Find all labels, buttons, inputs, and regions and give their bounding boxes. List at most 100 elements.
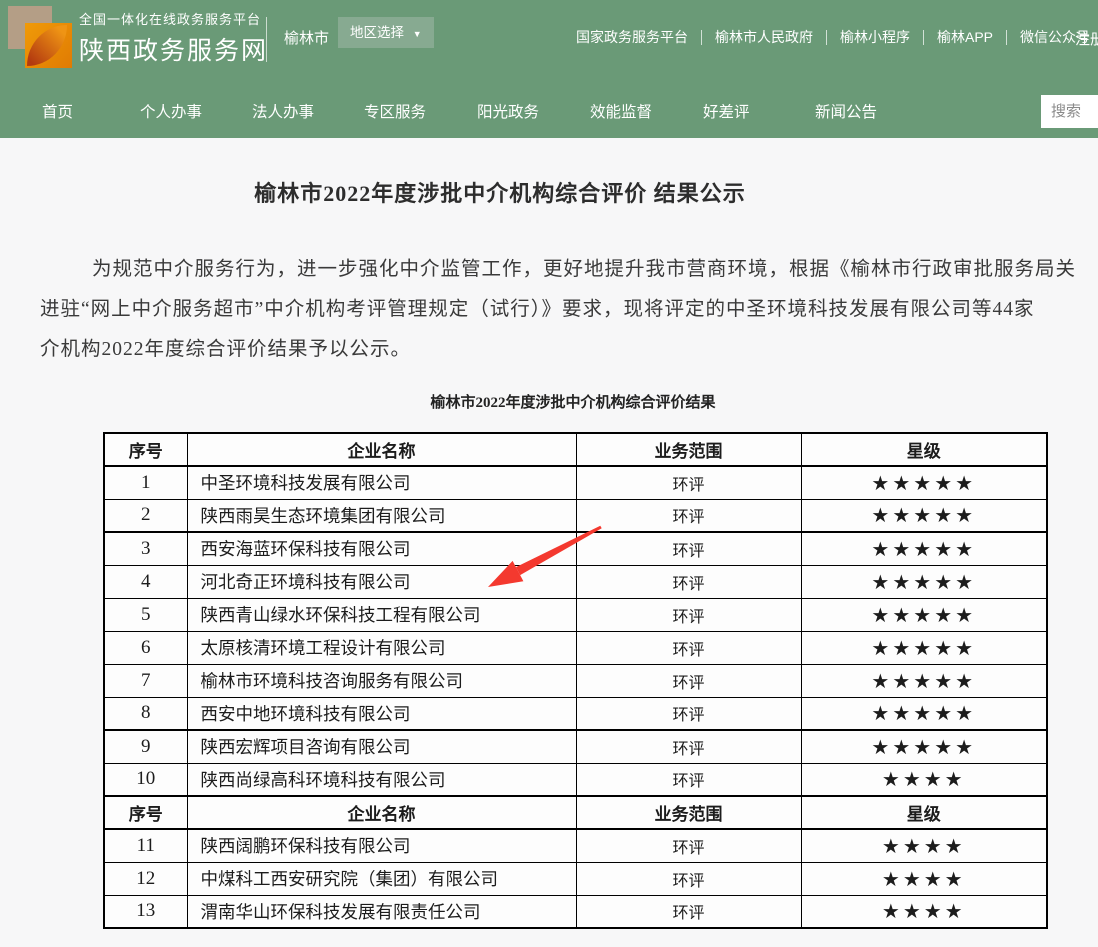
cell-no: 2 [104, 499, 187, 532]
cell-stars: ★★★★ [801, 862, 1047, 895]
cell-no: 7 [104, 664, 187, 697]
announcement-paragraph: 为规范中介服务行为，进一步强化中介监管工作，更好地提升我市营商环境，根据《榆林市… [40, 250, 1098, 370]
nav-item-home[interactable]: 首页 [42, 100, 73, 122]
results-table: 序号企业名称业务范围星级1中圣环境科技发展有限公司环评★★★★★2陕西雨昊生态环… [103, 432, 1048, 929]
search-input[interactable] [1041, 95, 1098, 128]
column-header: 序号 [104, 433, 187, 466]
table-row: 4河北奇正环境科技有限公司环评★★★★★ [104, 565, 1047, 598]
nav-item-news[interactable]: 新闻公告 [815, 100, 877, 122]
column-header: 星级 [801, 796, 1047, 829]
table-row: 9陕西宏辉项目咨询有限公司环评★★★★★ [104, 730, 1047, 763]
top-links: 国家政务服务平台 榆林市人民政府 榆林小程序 榆林APP 微信公众号 [576, 27, 1090, 47]
top-link-national-platform[interactable]: 国家政务服务平台 [576, 27, 688, 47]
nav-item-rating[interactable]: 好差评 [703, 100, 750, 122]
cell-scope: 环评 [576, 895, 801, 928]
cell-name: 渭南华山环保科技发展有限责任公司 [187, 895, 576, 928]
cell-stars: ★★★★ [801, 829, 1047, 862]
column-header: 星级 [801, 433, 1047, 466]
cell-scope: 环评 [576, 664, 801, 697]
table-row: 7榆林市环境科技咨询服务有限公司环评★★★★★ [104, 664, 1047, 697]
cell-scope: 环评 [576, 631, 801, 664]
cell-name: 陕西宏辉项目咨询有限公司 [187, 730, 576, 763]
table-row: 12中煤科工西安研究院（集团）有限公司环评★★★★ [104, 862, 1047, 895]
cell-name: 陕西尚绿高科环境科技有限公司 [187, 763, 576, 796]
table-row: 1中圣环境科技发展有限公司环评★★★★★ [104, 466, 1047, 499]
cell-no: 10 [104, 763, 187, 796]
column-header: 业务范围 [576, 433, 801, 466]
cell-scope: 环评 [576, 829, 801, 862]
cell-scope: 环评 [576, 466, 801, 499]
cell-name: 西安中地环境科技有限公司 [187, 697, 576, 730]
nav-item-sunshine[interactable]: 阳光政务 [477, 100, 539, 122]
cell-name: 陕西青山绿水环保科技工程有限公司 [187, 598, 576, 631]
region-selector-label: 地区选择 [350, 25, 404, 40]
table-row: 5陕西青山绿水环保科技工程有限公司环评★★★★★ [104, 598, 1047, 631]
results-table-body: 序号企业名称业务范围星级1中圣环境科技发展有限公司环评★★★★★2陕西雨昊生态环… [104, 433, 1047, 928]
nav-item-supervision[interactable]: 效能监督 [590, 100, 652, 122]
cell-stars: ★★★★★ [801, 598, 1047, 631]
register-link[interactable]: 注册 [1075, 28, 1098, 49]
table-row: 13渭南华山环保科技发展有限责任公司环评★★★★ [104, 895, 1047, 928]
column-header: 序号 [104, 796, 187, 829]
cell-no: 11 [104, 829, 187, 862]
cell-no: 9 [104, 730, 187, 763]
site-logo[interactable] [8, 6, 72, 68]
cell-stars: ★★★★★ [801, 664, 1047, 697]
platform-subtitle: 全国一体化在线政务服务平台 [79, 9, 268, 28]
cell-name: 河北奇正环境科技有限公司 [187, 565, 576, 598]
brand-block: 全国一体化在线政务服务平台 陕西政务服务网 [79, 9, 268, 67]
cell-stars: ★★★★★ [801, 565, 1047, 598]
cell-no: 12 [104, 862, 187, 895]
paragraph-line: 为规范中介服务行为，进一步强化中介监管工作，更好地提升我市营商环境，根据《榆林市… [40, 250, 1098, 290]
page-title: 榆林市2022年度涉批中介机构综合评价 结果公示 [0, 176, 1000, 208]
top-link-mini-program[interactable]: 榆林小程序 [840, 27, 910, 47]
cell-no: 5 [104, 598, 187, 631]
current-city-label: 榆林市 [284, 27, 329, 48]
link-separator [1006, 30, 1007, 45]
cell-name: 西安海蓝环保科技有限公司 [187, 532, 576, 565]
nav-item-legal[interactable]: 法人办事 [252, 100, 314, 122]
cell-scope: 环评 [576, 598, 801, 631]
cell-stars: ★★★★★ [801, 631, 1047, 664]
region-selector-button[interactable]: 地区选择 ▼ [338, 17, 434, 48]
column-header: 企业名称 [187, 433, 576, 466]
cell-scope: 环评 [576, 565, 801, 598]
cell-stars: ★★★★ [801, 763, 1047, 796]
link-separator [701, 30, 702, 45]
cell-name: 中煤科工西安研究院（集团）有限公司 [187, 862, 576, 895]
cell-scope: 环评 [576, 499, 801, 532]
nav-item-personal[interactable]: 个人办事 [140, 100, 202, 122]
cell-name: 太原核清环境工程设计有限公司 [187, 631, 576, 664]
cell-no: 13 [104, 895, 187, 928]
cell-no: 8 [104, 697, 187, 730]
site-header: 全国一体化在线政务服务平台 陕西政务服务网 榆林市 地区选择 ▼ 国家政务服务平… [0, 0, 1098, 138]
site-name: 陕西政务服务网 [79, 31, 268, 67]
cell-stars: ★★★★★ [801, 466, 1047, 499]
link-separator [923, 30, 924, 45]
table-row: 6太原核清环境工程设计有限公司环评★★★★★ [104, 631, 1047, 664]
cell-name: 中圣环境科技发展有限公司 [187, 466, 576, 499]
cell-scope: 环评 [576, 697, 801, 730]
paragraph-line: 进驻“网上中介服务超市”中介机构考评管理规定（试行）》要求，现将评定的中圣环境科… [40, 290, 1098, 330]
table-header-row: 序号企业名称业务范围星级 [104, 433, 1047, 466]
cell-stars: ★★★★★ [801, 730, 1047, 763]
cell-stars: ★★★★★ [801, 499, 1047, 532]
paragraph-line: 介机构2022年度综合评价结果予以公示。 [40, 330, 1098, 370]
cell-scope: 环评 [576, 532, 801, 565]
column-header: 业务范围 [576, 796, 801, 829]
top-link-app[interactable]: 榆林APP [937, 27, 993, 47]
cell-stars: ★★★★★ [801, 697, 1047, 730]
table-row: 10陕西尚绿高科环境科技有限公司环评★★★★ [104, 763, 1047, 796]
cell-no: 3 [104, 532, 187, 565]
search-box [1041, 95, 1098, 128]
cell-scope: 环评 [576, 763, 801, 796]
cell-name: 陕西阔鹏环保科技有限公司 [187, 829, 576, 862]
table-header-row: 序号企业名称业务范围星级 [104, 796, 1047, 829]
nav-item-zones[interactable]: 专区服务 [364, 100, 426, 122]
header-divider [266, 17, 267, 62]
top-link-city-government[interactable]: 榆林市人民政府 [715, 27, 813, 47]
cell-scope: 环评 [576, 862, 801, 895]
column-header: 企业名称 [187, 796, 576, 829]
cell-stars: ★★★★★ [801, 532, 1047, 565]
table-row: 8西安中地环境科技有限公司环评★★★★★ [104, 697, 1047, 730]
